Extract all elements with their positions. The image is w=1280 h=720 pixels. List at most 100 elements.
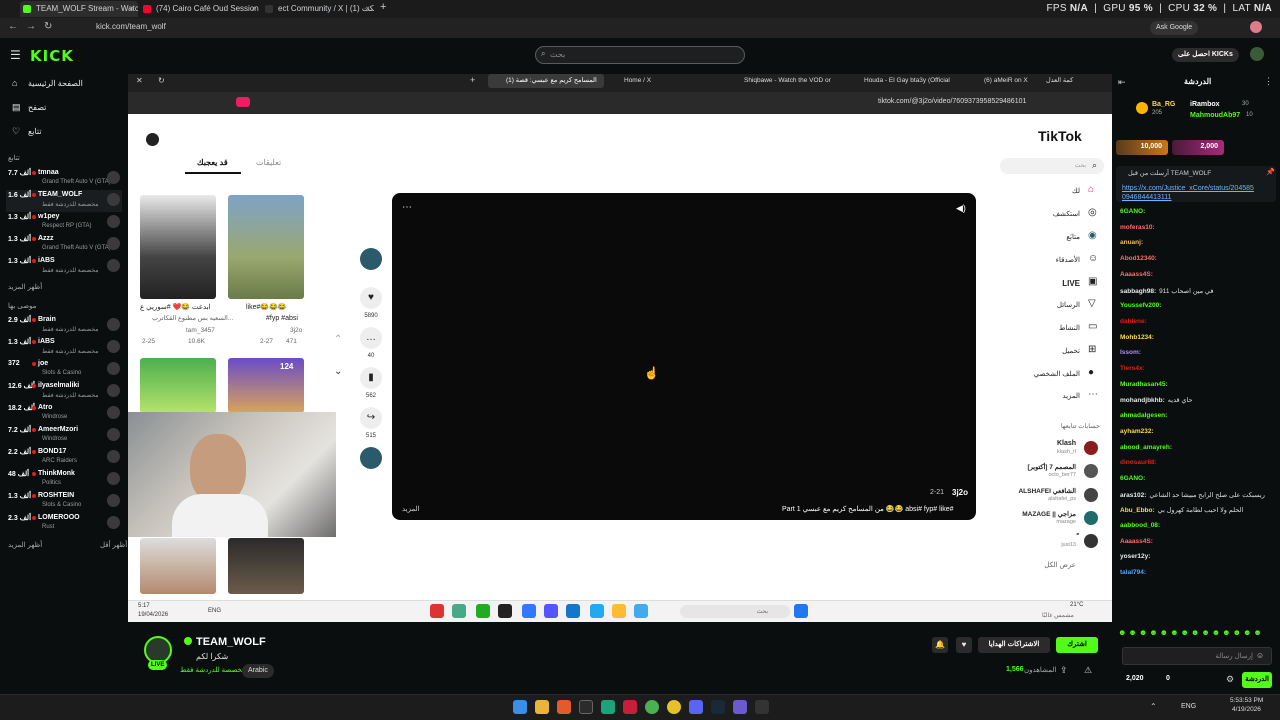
gift-banner[interactable]: 10,000 — [1116, 140, 1168, 155]
sidebar-channel[interactable]: 2.2 ألف BOND17 ARC Raiders — [6, 447, 122, 469]
sidebar-channel[interactable]: 7.7 ألف tmnaa Grand Theft Auto V (GTA) — [6, 168, 122, 190]
gift-subs-button[interactable]: الاشتراكات الهدايا — [978, 637, 1050, 653]
chat-input[interactable]: إرسال رسالة — [1122, 647, 1272, 665]
emoji-icon[interactable]: ☺ — [1256, 651, 1264, 660]
chat-username[interactable]: Abu_Ebbo: — [1120, 507, 1155, 514]
sidebar-channel[interactable]: 48 ألف ThinkMonk Politics — [6, 469, 122, 491]
new-tab-button[interactable]: + — [380, 1, 386, 13]
app-icon[interactable] — [667, 700, 681, 714]
points-count[interactable]: 2,020 — [1126, 675, 1144, 682]
chat-username[interactable]: dinosaur68: — [1120, 459, 1157, 466]
menu-icon[interactable]: ☰ — [10, 48, 21, 62]
chat-username[interactable]: Tiers4x: — [1120, 365, 1145, 372]
sidebar-channel[interactable]: 1.3 ألف Azzz Grand Theft Auto V (GTA) — [6, 234, 122, 256]
show-more-link[interactable]: أظهر المزيد — [8, 541, 42, 549]
sidebar-channel[interactable]: 2.9 ألف Brain مخصصة للدردشة فقط — [6, 315, 122, 337]
chat-gear-icon[interactable]: ⚙ — [1226, 674, 1234, 685]
steam-icon[interactable] — [711, 700, 725, 714]
windows-start-icon[interactable] — [513, 700, 527, 714]
sidebar-channel[interactable]: 7.2 ألف AmeerMzori Windrose — [6, 425, 122, 447]
chat-send-button[interactable]: الدردشة — [1242, 672, 1272, 688]
sidebar-channel[interactable]: 18.2 ألف Atro Windrose — [6, 403, 122, 425]
app-icon[interactable] — [755, 700, 769, 714]
sidebar-channel[interactable]: 12.6 ألف ilyaselmaliki مخصصة للدردشة فقط — [6, 381, 122, 403]
app-icon[interactable] — [733, 700, 747, 714]
subscribe-button[interactable]: اشترك — [1056, 637, 1098, 653]
tray-chevron-icon[interactable]: ⌃ — [1150, 702, 1157, 711]
search-input[interactable]: بحث — [535, 46, 745, 64]
sidebar-channel[interactable]: 372 joe Slots & Casino — [6, 359, 122, 381]
terminal-icon[interactable] — [579, 700, 593, 714]
nav-following[interactable]: ♡ تتابع — [8, 124, 120, 140]
sidebar-channel[interactable]: 1.3 ألف w1pey Respect RP (GTA) — [6, 212, 122, 234]
channel-name[interactable]: TEAM_WOLF — [196, 636, 266, 648]
close-icon[interactable]: × — [129, 1, 134, 17]
kick-logo[interactable]: KICK — [30, 47, 74, 65]
tray-date[interactable]: 4/19/2026 — [1232, 706, 1261, 713]
file-explorer-icon[interactable] — [535, 700, 549, 714]
chat-username[interactable]: ahmadalgesen: — [1120, 412, 1167, 419]
bell-icon[interactable]: 🔔 — [932, 637, 948, 653]
app-icon[interactable] — [623, 700, 637, 714]
chat-username[interactable]: anuanj: — [1120, 239, 1143, 246]
brave-icon[interactable] — [557, 700, 571, 714]
tab-kick[interactable]: TEAM_WOLF Stream - Watc × — [20, 1, 138, 17]
chat-username[interactable]: Issom: — [1120, 349, 1141, 356]
chat-username[interactable]: mohandjbkhb: — [1120, 397, 1165, 404]
sidebar-channel[interactable]: 2.3 ألف LOMEROOO Rust — [6, 513, 122, 535]
chat-username[interactable]: yoser12y: — [1120, 553, 1150, 560]
heart-icon[interactable]: ♥ — [956, 637, 972, 653]
get-kicks-button[interactable]: احصل على KICKs — [1172, 48, 1239, 62]
pin-icon[interactable]: 📌 — [1266, 168, 1275, 176]
chrome-icon[interactable] — [645, 700, 659, 714]
chat-settings-icon[interactable]: ⋮ — [1264, 76, 1273, 87]
language-tag[interactable]: Arabic — [242, 664, 274, 678]
sidebar-channel[interactable]: 1.3 ألف iABS مخصصة للدردشة فقط — [6, 256, 122, 278]
chat-username[interactable]: Aaaass4S: — [1120, 538, 1153, 545]
pinned-link[interactable]: https://x.com/Justice_xCore/status/20458… — [1122, 184, 1254, 202]
share-icon[interactable]: ⇪ — [1060, 665, 1068, 676]
nav-home[interactable]: ⌂ الصفحة الرئيسية — [8, 76, 120, 92]
chat-username[interactable]: ayham232: — [1120, 428, 1154, 435]
chat-username[interactable]: Abod12340: — [1120, 255, 1157, 262]
chat-username[interactable]: 6GANO: — [1120, 475, 1145, 482]
profile-avatar[interactable] — [1250, 21, 1262, 33]
chat-username[interactable]: Youssefv200: — [1120, 302, 1161, 309]
sidebar-channel[interactable]: 1.3 ألف iABS مخصصة للدردشة فقط — [6, 337, 122, 359]
chat-username[interactable]: sabbagh98: — [1120, 288, 1156, 295]
close-icon[interactable]: × — [251, 1, 256, 17]
nav-browse[interactable]: ▤ تصفح — [8, 100, 120, 116]
forward-icon[interactable]: → — [26, 21, 36, 32]
user-avatar[interactable] — [1250, 47, 1264, 61]
tray-time[interactable]: 5:53:53 PM — [1230, 697, 1263, 704]
report-icon[interactable]: ⚠ — [1084, 665, 1092, 676]
chat-username[interactable]: dahlene: — [1120, 318, 1147, 325]
chat-username[interactable]: aras102: — [1120, 492, 1146, 499]
show-less-link[interactable]: أظهر أقل — [100, 541, 127, 549]
chat-username[interactable]: moferas10: — [1120, 224, 1155, 231]
tab-youtube[interactable]: (74) Cairo Café Oud Session 2 - × — [140, 1, 260, 17]
chat-text: 911 في مين اصحاب — [1159, 287, 1214, 295]
show-more-link[interactable]: أظهر المزيد — [8, 283, 42, 291]
ask-google-button[interactable]: Ask Google — [1150, 21, 1199, 35]
chat-username[interactable]: aabbood_08: — [1120, 522, 1160, 529]
chat-username[interactable]: Aaaass4S: — [1120, 271, 1153, 278]
reload-icon[interactable]: ↻ — [44, 21, 52, 32]
category-link[interactable]: مخصصة للدردشة فقط — [180, 666, 246, 674]
chat-username[interactable]: talal794: — [1120, 569, 1146, 576]
gift-banner[interactable]: 2,000 — [1172, 140, 1224, 155]
chat-username[interactable]: abood_amayreh: — [1120, 444, 1172, 451]
sidebar-channel[interactable]: 1.3 ألف ROSHTEIN Slots & Casino — [6, 491, 122, 513]
sidebar-channel[interactable]: 1.6 ألف TEAM_WOLF مخصصة للدردشة فقط — [6, 190, 122, 212]
url-field[interactable]: kick.com/team_wolf — [96, 22, 166, 31]
close-icon[interactable]: × — [365, 1, 370, 17]
tray-lang[interactable]: ENG — [1181, 703, 1196, 710]
app-icon[interactable] — [601, 700, 615, 714]
discord-icon[interactable] — [689, 700, 703, 714]
back-icon[interactable]: ← — [8, 21, 18, 32]
collapse-chat-icon[interactable]: ⇤ — [1118, 77, 1126, 88]
tab-x[interactable]: ect Community / X | (1) ريسبكت × — [262, 1, 374, 17]
chat-username[interactable]: Muradhasan45: — [1120, 381, 1168, 388]
chat-username[interactable]: 6GANO: — [1120, 208, 1145, 215]
chat-username[interactable]: Mohb1234: — [1120, 334, 1154, 341]
